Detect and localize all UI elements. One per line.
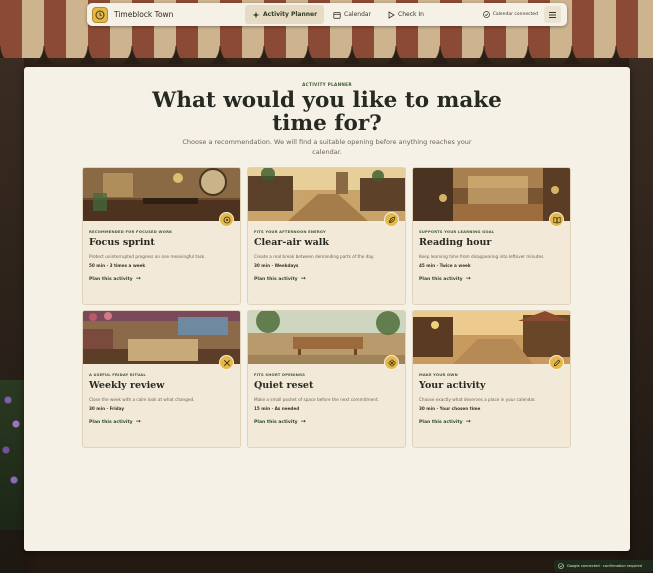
- tab-label: Check In: [398, 11, 424, 18]
- card-title: Focus sprint: [89, 237, 155, 248]
- card-title: Clear-air walk: [254, 237, 329, 248]
- plan-activity-link[interactable]: Plan this activity →: [419, 276, 471, 282]
- activity-card-focus-sprint[interactable]: RECOMMENDED FOR FOCUSED WORK Focus sprin…: [82, 167, 241, 305]
- card-tag: A USEFUL FRIDAY RITUAL: [89, 373, 146, 377]
- background-awning-scallops: [0, 46, 653, 64]
- plan-activity-link[interactable]: Plan this activity →: [419, 419, 471, 425]
- card-title: Your activity: [419, 380, 486, 391]
- flower-icon: [384, 355, 399, 370]
- card-tag: RECOMMENDED FOR FOCUSED WORK: [89, 230, 173, 234]
- nav-right: Calendar connected: [482, 6, 561, 23]
- tab-check-in[interactable]: Check In: [380, 5, 431, 24]
- card-meta: 45 min · Twice a week: [419, 263, 471, 268]
- arrow-right-icon: →: [300, 418, 306, 425]
- pencil-icon: [549, 355, 564, 370]
- card-title: Quiet reset: [254, 380, 314, 391]
- plan-activity-link[interactable]: Plan this activity →: [89, 419, 141, 425]
- top-navbar: Timeblock Town Activity Planner Calendar…: [87, 3, 567, 26]
- card-description: Protect uninterrupted progress on one me…: [89, 254, 206, 259]
- activity-card-weekly-review[interactable]: A USEFUL FRIDAY RITUAL Weekly review Clo…: [82, 310, 241, 448]
- calendar-icon: [333, 11, 341, 19]
- clock-logo-icon: [92, 6, 108, 23]
- card-illustration-village-street: [248, 168, 405, 221]
- plan-activity-link[interactable]: Plan this activity →: [254, 419, 306, 425]
- page-title: What would you like to make time for?: [152, 88, 502, 136]
- arrow-right-icon: →: [300, 275, 306, 282]
- check-circle-icon: [482, 11, 490, 18]
- brand[interactable]: Timeblock Town: [92, 6, 174, 23]
- card-illustration-sunset-village: [413, 311, 570, 364]
- card-illustration-garden-terrace: [248, 311, 405, 364]
- nav-tabs: Activity Planner Calendar Check In: [245, 5, 433, 24]
- app-name: Timeblock Town: [114, 10, 174, 19]
- activity-card-your-activity[interactable]: MAKE YOUR OWN Your activity Choose exact…: [412, 310, 571, 448]
- card-description: Choose exactly what deserves a place in …: [419, 397, 536, 402]
- calendar-status[interactable]: Calendar connected: [482, 11, 538, 18]
- connection-toast[interactable]: Google connected · confirmation required: [554, 560, 653, 572]
- play-icon: [388, 10, 395, 19]
- arrow-right-icon: →: [465, 418, 471, 425]
- background-wall-right: [629, 58, 653, 573]
- tab-calendar[interactable]: Calendar: [326, 5, 378, 24]
- check-circle-icon: [558, 563, 564, 569]
- card-description: Keep learning time from disappearing int…: [419, 254, 545, 259]
- tab-label: Activity Planner: [263, 11, 318, 18]
- card-description: Make a small pocket of space before the …: [254, 397, 379, 402]
- plan-activity-label: Plan this activity: [419, 276, 463, 282]
- plan-activity-label: Plan this activity: [89, 276, 133, 282]
- card-tag: FITS YOUR AFTERNOON ENERGY: [254, 230, 326, 234]
- target-icon: [219, 212, 234, 227]
- card-tag: FITS SHORT OPENINGS: [254, 373, 306, 377]
- card-meta: 30 min · Friday: [89, 406, 125, 411]
- card-description: Create a real break between demanding pa…: [254, 254, 375, 259]
- arrow-right-icon: →: [135, 418, 141, 425]
- card-meta: 50 min · 3 times a week: [89, 263, 146, 268]
- toast-text: Google connected · confirmation required: [567, 564, 642, 568]
- plan-activity-link[interactable]: Plan this activity →: [89, 276, 141, 282]
- plan-activity-label: Plan this activity: [89, 419, 133, 425]
- sparkle-icon: [252, 11, 260, 18]
- tab-activity-planner[interactable]: Activity Planner: [245, 5, 325, 24]
- page-subtitle: Choose a recommendation. We will find a …: [182, 138, 472, 156]
- activity-card-reading-hour[interactable]: SUPPORTS YOUR LEARNING GOAL Reading hour…: [412, 167, 571, 305]
- card-title: Weekly review: [89, 380, 165, 391]
- background-flowers: [0, 380, 24, 530]
- card-illustration-reading-room: [413, 168, 570, 221]
- arrow-right-icon: →: [465, 275, 471, 282]
- activity-card-clear-air-walk[interactable]: FITS YOUR AFTERNOON ENERGY Clear-air wal…: [247, 167, 406, 305]
- activity-card-quiet-reset[interactable]: FITS SHORT OPENINGS Quiet reset Make a s…: [247, 310, 406, 448]
- card-meta: 30 min · Your chosen time: [419, 406, 481, 411]
- calendar-status-label: Calendar connected: [492, 12, 538, 17]
- card-meta: 15 min · As needed: [254, 406, 300, 411]
- menu-button[interactable]: [544, 6, 561, 23]
- card-illustration-planning-room: [83, 311, 240, 364]
- card-tag: SUPPORTS YOUR LEARNING GOAL: [419, 230, 495, 234]
- card-title: Reading hour: [419, 237, 492, 248]
- tools-icon: [219, 355, 234, 370]
- plan-activity-label: Plan this activity: [254, 419, 298, 425]
- card-tag: MAKE YOUR OWN: [419, 373, 458, 377]
- card-description: Close the week with a calm look at what …: [89, 397, 195, 402]
- tab-label: Calendar: [344, 11, 372, 18]
- plan-activity-label: Plan this activity: [254, 276, 298, 282]
- hamburger-menu-icon: [549, 11, 556, 18]
- arrow-right-icon: →: [135, 275, 141, 282]
- plan-activity-link[interactable]: Plan this activity →: [254, 276, 306, 282]
- section-eyebrow: ACTIVITY PLANNER: [302, 82, 352, 87]
- book-icon: [549, 212, 564, 227]
- card-illustration-study-room: [83, 168, 240, 221]
- plan-activity-label: Plan this activity: [419, 419, 463, 425]
- activity-planner-panel: ACTIVITY PLANNER What would you like to …: [24, 67, 630, 551]
- leaf-icon: [384, 212, 399, 227]
- card-meta: 30 min · Weekdays: [254, 263, 299, 268]
